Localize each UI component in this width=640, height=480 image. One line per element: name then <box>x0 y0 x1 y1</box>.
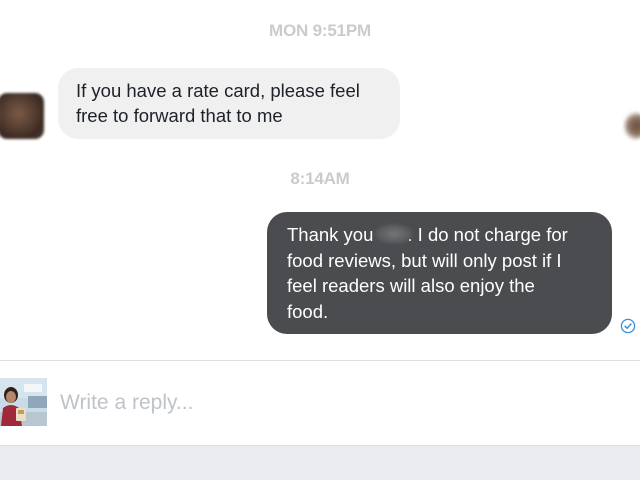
user-avatar[interactable] <box>0 378 47 426</box>
reply-composer <box>0 361 640 445</box>
bottom-toolbar <box>0 445 640 480</box>
message-text: . I do not charge for <box>407 224 568 245</box>
reply-input[interactable] <box>60 387 620 419</box>
timestamp-divider: 8:14AM <box>290 169 350 188</box>
chat-window: MON 9:51PM If you have a rate card, plea… <box>0 0 640 480</box>
message-line: If you have a rate card, please feel <box>76 80 360 101</box>
seen-avatar <box>624 112 640 140</box>
message-line: free to forward that to me <box>76 105 283 126</box>
message-line: food. <box>287 300 329 322</box>
sender-avatar[interactable] <box>0 93 44 139</box>
seen-check-icon <box>620 318 636 334</box>
incoming-message-bubble[interactable]: If you have a rate card, please feel fre… <box>58 68 400 139</box>
message-line: food reviews, but will only post if I <box>287 249 562 271</box>
timestamp-divider: MON 9:51PM <box>269 21 371 40</box>
message-text: Thank you <box>287 224 374 245</box>
outgoing-message-bubble[interactable]: Thank you . I do not charge for food revi… <box>267 212 612 334</box>
message-line: feel readers will also enjoy the <box>287 275 535 296</box>
message-line: Thank you . I do not charge for <box>287 222 592 248</box>
